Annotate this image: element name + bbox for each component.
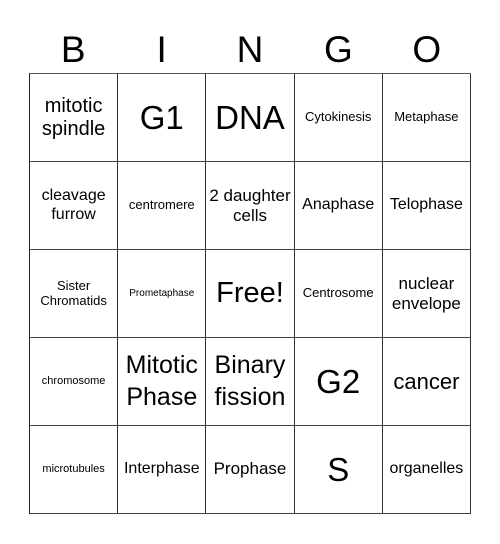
bingo-cell[interactable]: Mitotic Phase: [118, 338, 207, 426]
header-letter-i: I: [156, 29, 167, 70]
bingo-cell[interactable]: Sister Chromatids: [30, 250, 119, 338]
bingo-cell[interactable]: Telophase: [382, 162, 471, 250]
bingo-cell[interactable]: S: [294, 426, 383, 514]
bingo-cell[interactable]: Metaphase: [382, 74, 471, 162]
bingo-cell[interactable]: DNA: [206, 74, 295, 162]
bingo-cell[interactable]: Binary fission: [206, 338, 295, 426]
bingo-cell[interactable]: cleavage furrow: [30, 162, 119, 250]
bingo-cell[interactable]: G1: [118, 74, 207, 162]
bingo-cell[interactable]: nuclear envelope: [382, 250, 471, 338]
bingo-cell[interactable]: cancer: [382, 338, 471, 426]
header-letter-o: O: [412, 29, 442, 70]
bingo-header: B I N G O: [29, 27, 471, 73]
bingo-cell[interactable]: mitotic spindle: [30, 74, 119, 162]
bingo-cell[interactable]: microtubules: [30, 426, 119, 514]
header-letter-g: G: [324, 29, 353, 70]
free-space[interactable]: Free!: [206, 250, 295, 338]
bingo-cell[interactable]: Interphase: [118, 426, 207, 514]
bingo-cell[interactable]: Centrosome: [294, 250, 383, 338]
bingo-cell[interactable]: Prophase: [206, 426, 295, 514]
bingo-cell[interactable]: G2: [294, 338, 383, 426]
bingo-grid: mitotic spindle G1 DNA Cytokinesis Metap…: [29, 73, 471, 514]
header-letter-b: B: [60, 29, 86, 70]
bingo-cell[interactable]: chromosome: [30, 338, 119, 426]
header-letter-n: N: [236, 29, 264, 70]
bingo-cell[interactable]: Prometaphase: [118, 250, 207, 338]
bingo-cell[interactable]: Anaphase: [294, 162, 383, 250]
bingo-cell[interactable]: organelles: [382, 426, 471, 514]
bingo-cell[interactable]: centromere: [118, 162, 207, 250]
bingo-cell[interactable]: 2 daughter cells: [206, 162, 295, 250]
bingo-cell[interactable]: Cytokinesis: [294, 74, 383, 162]
